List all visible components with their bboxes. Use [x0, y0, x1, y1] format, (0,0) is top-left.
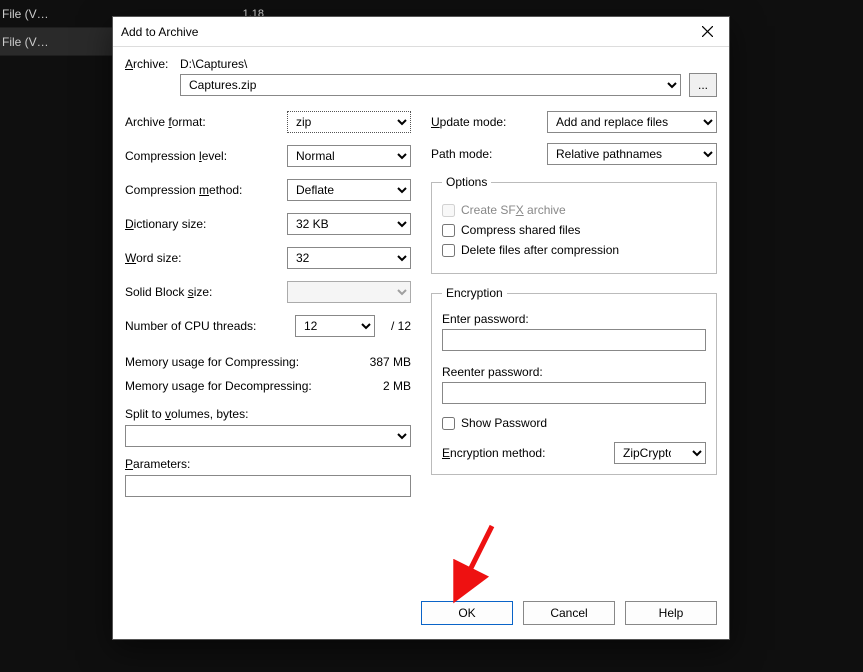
solid-block-size-label: Solid Block size:	[125, 285, 287, 299]
dictionary-size-select[interactable]: 32 KB	[287, 213, 411, 235]
sfx-checkbox	[442, 204, 455, 217]
sfx-label: Create SFX archive	[461, 203, 566, 217]
compression-method-select[interactable]: Deflate	[287, 179, 411, 201]
path-mode-select[interactable]: Relative pathnames	[547, 143, 717, 165]
enter-password-label: Enter password:	[442, 312, 706, 326]
encryption-legend: Encryption	[442, 286, 507, 300]
right-column: Update mode: Add and replace files Path …	[431, 111, 717, 497]
compression-level-select[interactable]: Normal	[287, 145, 411, 167]
cancel-button[interactable]: Cancel	[523, 601, 615, 625]
titlebar: Add to Archive	[113, 17, 729, 47]
compression-method-label: Compression method:	[125, 183, 287, 197]
delete-after-checkbox[interactable]	[442, 244, 455, 257]
enter-password-input[interactable]	[442, 329, 706, 351]
cpu-threads-label: Number of CPU threads:	[125, 319, 295, 333]
show-password-checkbox[interactable]	[442, 417, 455, 430]
close-icon	[702, 26, 713, 37]
parameters-input[interactable]	[125, 475, 411, 497]
split-volumes-select[interactable]	[125, 425, 411, 447]
compression-level-label: Compression level:	[125, 149, 287, 163]
mem-decompress-value: 2 MB	[383, 379, 411, 393]
help-button[interactable]: Help	[625, 601, 717, 625]
ok-button[interactable]: OK	[421, 601, 513, 625]
reenter-password-input[interactable]	[442, 382, 706, 404]
dialog-title: Add to Archive	[121, 25, 198, 39]
update-mode-label: Update mode:	[431, 115, 547, 129]
mem-decompress-label: Memory usage for Decompressing:	[125, 379, 312, 393]
dialog-button-bar: OK Cancel Help	[113, 591, 729, 639]
update-mode-select[interactable]: Add and replace files	[547, 111, 717, 133]
delete-after-label: Delete files after compression	[461, 243, 619, 257]
browse-button[interactable]: ...	[689, 73, 717, 97]
archive-filename-select[interactable]: Captures.zip	[180, 74, 681, 96]
archive-format-select[interactable]: zip	[287, 111, 411, 133]
compress-shared-label: Compress shared files	[461, 223, 580, 237]
encryption-method-label: Encryption method:	[442, 446, 614, 460]
encryption-group: Encryption Enter password: Reenter passw…	[431, 286, 717, 475]
cpu-threads-select[interactable]: 12	[295, 315, 375, 337]
left-column: Archive format: zip Compression level: N…	[125, 111, 411, 497]
options-legend: Options	[442, 175, 491, 189]
solid-block-size-select	[287, 281, 411, 303]
archive-format-label: Archive format:	[125, 115, 287, 129]
dictionary-size-label: Dictionary size:	[125, 217, 287, 231]
cpu-threads-max: / 12	[383, 319, 411, 333]
show-password-label: Show Password	[461, 416, 547, 430]
word-size-select[interactable]: 32	[287, 247, 411, 269]
add-to-archive-dialog: Add to Archive Archive: D:\Captures\ Cap…	[112, 16, 730, 640]
file-name: File (V…	[0, 35, 49, 49]
mem-compress-label: Memory usage for Compressing:	[125, 355, 299, 369]
path-mode-label: Path mode:	[431, 147, 547, 161]
file-name: File (V…	[0, 7, 49, 21]
archive-label: Archive:	[125, 57, 180, 71]
split-volumes-label: Split to volumes, bytes:	[125, 407, 411, 421]
reenter-password-label: Reenter password:	[442, 365, 706, 379]
mem-compress-value: 387 MB	[370, 355, 411, 369]
compress-shared-checkbox[interactable]	[442, 224, 455, 237]
options-group: Options Create SFX archive Compress shar…	[431, 175, 717, 274]
close-button[interactable]	[685, 17, 729, 47]
encryption-method-select[interactable]: ZipCrypto	[614, 442, 706, 464]
word-size-label: Word size:	[125, 251, 287, 265]
archive-path: D:\Captures\	[180, 57, 717, 71]
parameters-label: Parameters:	[125, 457, 411, 471]
